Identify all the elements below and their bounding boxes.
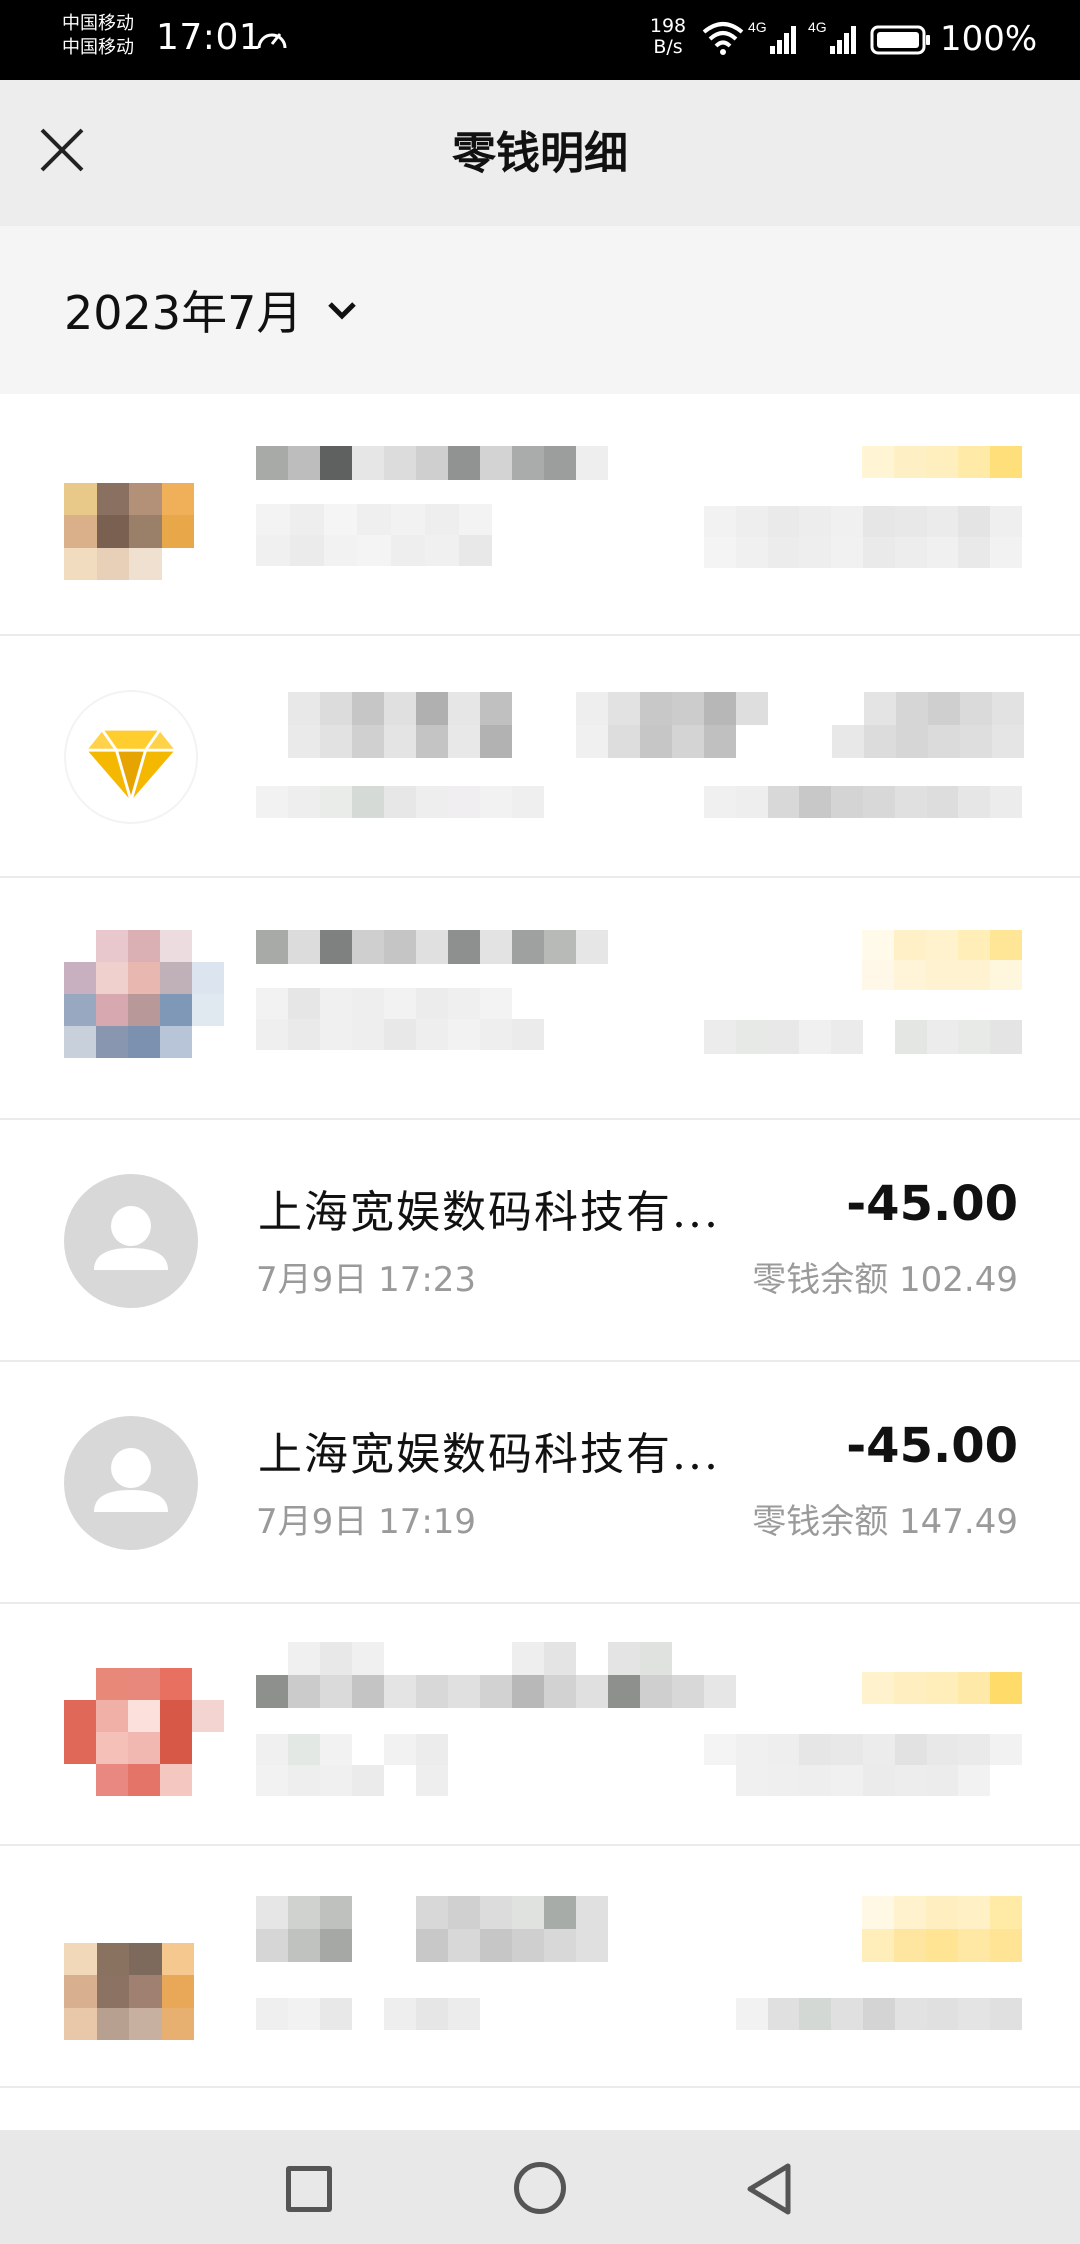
redacted-title bbox=[256, 1642, 736, 1708]
transaction-title: 上海宽娱数码科技有... bbox=[258, 1429, 720, 1480]
page-title: 零钱明细 bbox=[452, 128, 628, 179]
redacted-balance bbox=[704, 1020, 1022, 1054]
redacted-avatar bbox=[64, 450, 194, 580]
month-filter-bar: 2023年7月 bbox=[0, 226, 1080, 394]
redacted-title bbox=[256, 446, 608, 480]
signal-1-label: 4G bbox=[748, 19, 767, 35]
carrier-names: 中国移动 中国移动 bbox=[62, 12, 152, 60]
month-picker[interactable]: 2023年7月 bbox=[64, 278, 362, 342]
status-time: 17:01 bbox=[156, 17, 263, 58]
transaction-amount: -45.00 bbox=[846, 1176, 1018, 1232]
redacted-subtitle bbox=[256, 504, 526, 566]
redacted-avatar bbox=[64, 930, 224, 1058]
redacted-avatar bbox=[64, 1668, 224, 1796]
avatar bbox=[64, 1174, 198, 1308]
redacted-amount bbox=[830, 930, 1022, 990]
transaction-balance: 零钱余额 102.49 bbox=[752, 1260, 1018, 1300]
triangle-back-icon[interactable] bbox=[744, 2162, 794, 2216]
network-speed-value: 198 bbox=[649, 15, 687, 37]
network-speed: 198 B/s bbox=[644, 16, 692, 58]
redacted-avatar bbox=[64, 1910, 194, 2040]
transaction-row[interactable]: 上海宽娱数码科技有... -45.00 7月9日 17:19 零钱余额 147.… bbox=[0, 1362, 1080, 1604]
square-icon[interactable] bbox=[286, 2166, 332, 2212]
redacted-title bbox=[256, 1896, 608, 1962]
battery-icon bbox=[870, 25, 930, 55]
signal-strength-icon-2: 4G bbox=[808, 19, 856, 54]
diamond-icon bbox=[87, 729, 175, 802]
battery-percentage: 100% bbox=[940, 19, 1038, 59]
signal-strength-icon-1: 4G bbox=[748, 19, 796, 54]
signal-2-label: 4G bbox=[808, 19, 827, 35]
transaction-balance: 零钱余额 147.49 bbox=[752, 1502, 1018, 1542]
carrier-1: 中国移动 bbox=[62, 13, 134, 34]
redacted-amount bbox=[862, 1672, 1022, 1704]
transaction-title: 上海宽娱数码科技有... bbox=[258, 1187, 720, 1238]
wifi-icon bbox=[702, 22, 744, 55]
transaction-list: 上海宽娱数码科技有... -45.00 7月9日 17:23 零钱余额 102.… bbox=[0, 394, 1080, 2088]
system-navigation-bar bbox=[0, 2130, 1080, 2244]
redacted-amount bbox=[862, 446, 1022, 478]
redacted-subtitle bbox=[256, 786, 544, 818]
transaction-time: 7月9日 17:19 bbox=[256, 1502, 477, 1542]
transaction-row-redacted[interactable] bbox=[0, 636, 1080, 878]
redacted-balance bbox=[704, 1734, 1022, 1796]
transaction-time: 7月9日 17:23 bbox=[256, 1260, 477, 1300]
transaction-amount: -45.00 bbox=[846, 1418, 1018, 1474]
transaction-row-redacted[interactable] bbox=[0, 394, 1080, 636]
redacted-amount bbox=[862, 1896, 1022, 1962]
chevron-down-icon bbox=[328, 302, 357, 320]
avatar bbox=[64, 690, 198, 824]
transaction-row[interactable]: 上海宽娱数码科技有... -45.00 7月9日 17:23 零钱余额 102.… bbox=[0, 1120, 1080, 1362]
redacted-subtitle bbox=[256, 988, 544, 1050]
redacted-balance bbox=[704, 506, 1022, 568]
default-user-icon bbox=[94, 1206, 168, 1270]
redacted-balance bbox=[704, 786, 1022, 818]
transaction-row-redacted[interactable] bbox=[0, 1846, 1080, 2088]
redacted-balance bbox=[704, 1998, 1022, 2030]
month-label: 2023年7月 bbox=[64, 286, 303, 340]
default-user-icon bbox=[94, 1448, 168, 1512]
transaction-row-redacted[interactable] bbox=[0, 1604, 1080, 1846]
redacted-subtitle bbox=[256, 1998, 480, 2030]
redacted-title bbox=[256, 692, 1024, 758]
carrier-2: 中国移动 bbox=[62, 37, 134, 58]
circle-icon[interactable] bbox=[514, 2162, 566, 2214]
status-bar: 中国移动 中国移动 17:01 198 B/s 4G 4G 100% bbox=[0, 0, 1080, 80]
avatar bbox=[64, 1416, 198, 1550]
page-header: 零钱明细 bbox=[0, 80, 1080, 226]
redacted-subtitle bbox=[256, 1734, 512, 1796]
speedometer-icon bbox=[257, 33, 287, 49]
transaction-row-redacted[interactable] bbox=[0, 878, 1080, 1120]
redacted-title bbox=[256, 930, 608, 964]
network-speed-unit: B/s bbox=[653, 36, 683, 58]
